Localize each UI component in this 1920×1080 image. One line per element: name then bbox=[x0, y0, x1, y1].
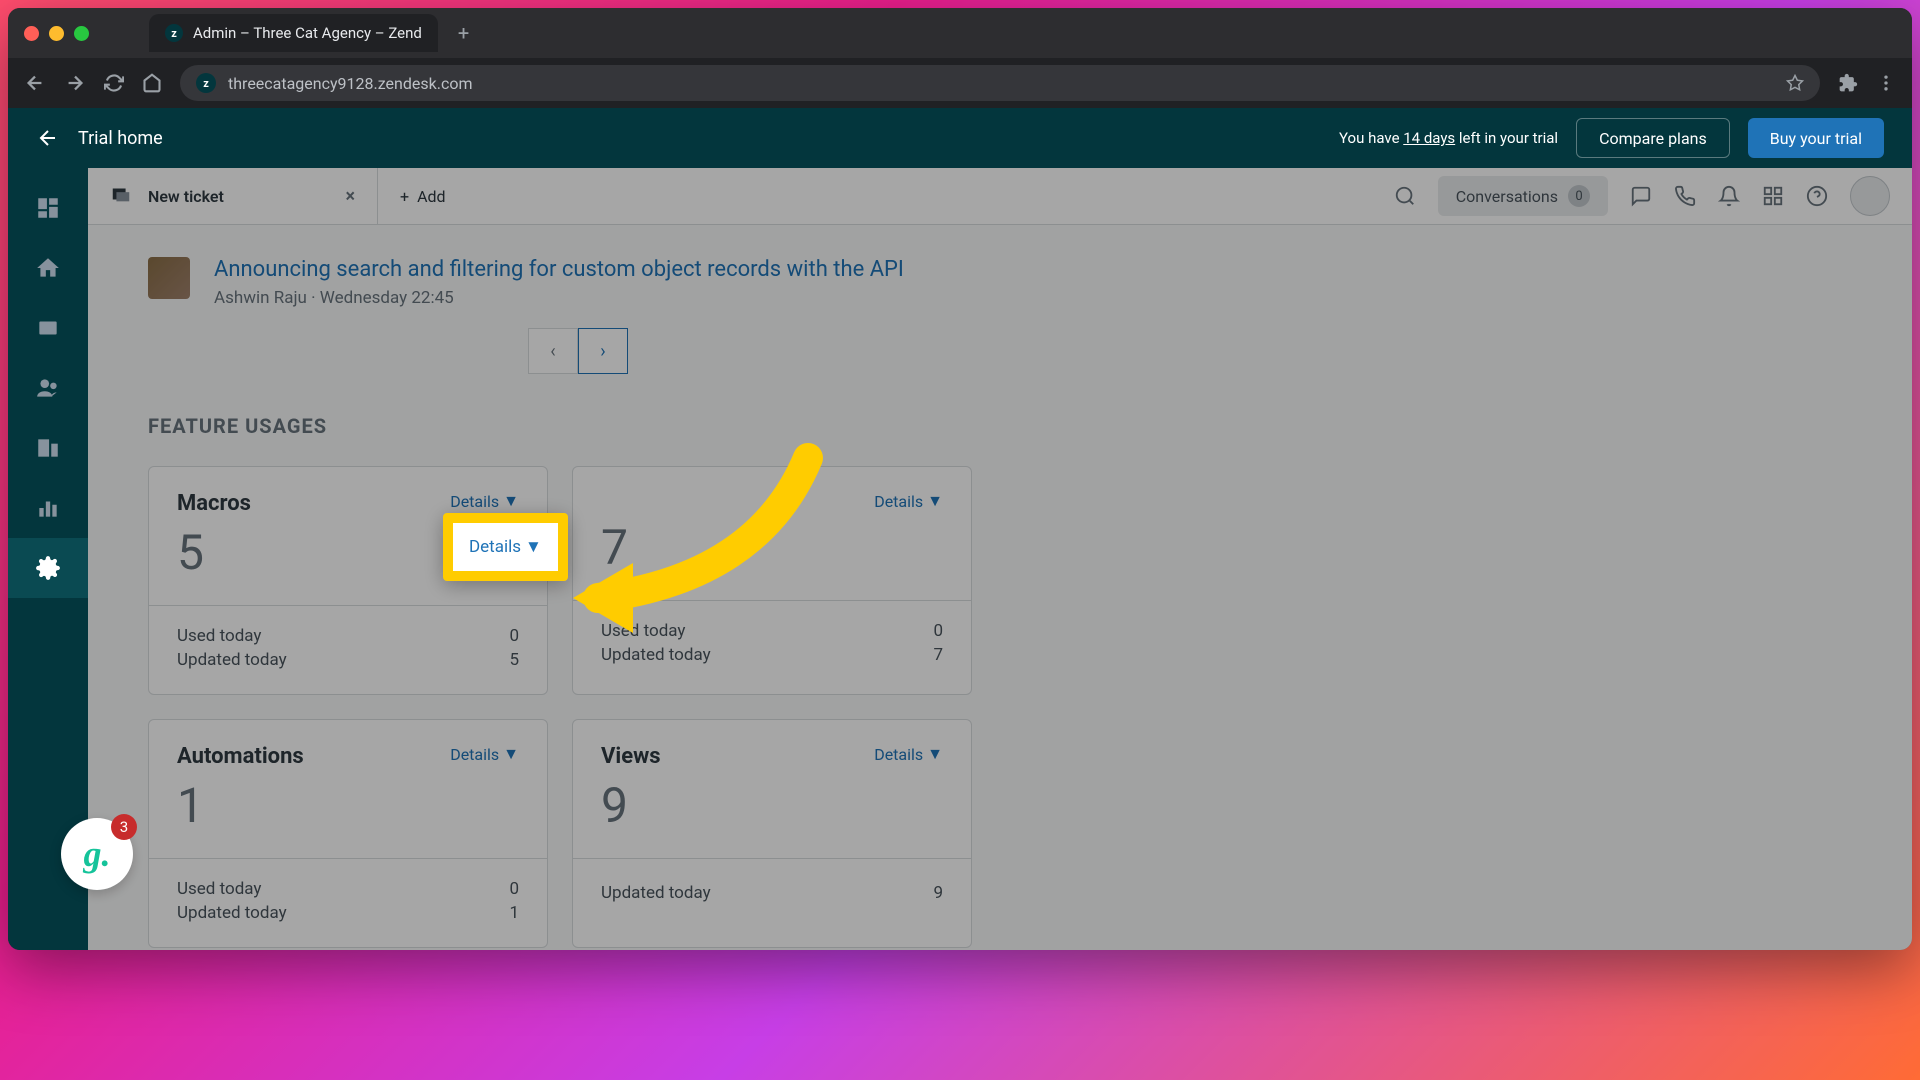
title-bar: z Admin – Three Cat Agency – Zend + bbox=[8, 8, 1912, 58]
browser-tab[interactable]: z Admin – Three Cat Agency – Zend bbox=[149, 14, 438, 52]
trial-home-link[interactable]: Trial home bbox=[78, 128, 163, 149]
stat-row: Used today0 bbox=[177, 879, 519, 899]
conversations-label: Conversations bbox=[1456, 187, 1558, 206]
stat-row: Used today0 bbox=[601, 621, 943, 641]
highlighted-details-link[interactable]: Details ▼ bbox=[469, 537, 542, 557]
conversations-button[interactable]: Conversations 0 bbox=[1438, 176, 1608, 216]
card-count: 1 bbox=[177, 777, 519, 834]
phone-icon[interactable] bbox=[1674, 185, 1696, 207]
plus-icon: + bbox=[400, 187, 409, 206]
sidebar-item-customers[interactable] bbox=[8, 358, 88, 418]
sidebar-item-reporting[interactable] bbox=[8, 478, 88, 538]
card-title: Automations bbox=[177, 744, 304, 769]
help-icon[interactable] bbox=[1806, 185, 1828, 207]
user-avatar[interactable] bbox=[1850, 176, 1890, 216]
grammarly-logo-icon: g. bbox=[84, 833, 111, 875]
content-area: Announcing search and filtering for cust… bbox=[88, 225, 1912, 950]
top-actions: Conversations 0 bbox=[1394, 176, 1912, 216]
traffic-lights bbox=[24, 26, 89, 41]
chevron-down-icon: ▼ bbox=[525, 537, 542, 557]
url-field[interactable]: z threecatagency9128.zendesk.com bbox=[180, 65, 1820, 101]
grammarly-widget[interactable]: g. 3 bbox=[61, 818, 133, 890]
card-title: Macros bbox=[177, 491, 251, 516]
chevron-down-icon: ▼ bbox=[503, 491, 519, 511]
chevron-down-icon: ▼ bbox=[503, 744, 519, 764]
card-count: 7 bbox=[601, 519, 943, 576]
maximize-window-icon[interactable] bbox=[74, 26, 89, 41]
pager-next-button[interactable]: › bbox=[578, 328, 628, 374]
sidebar-item-organizations[interactable] bbox=[8, 418, 88, 478]
chevron-down-icon: ▼ bbox=[927, 491, 943, 511]
forward-icon[interactable] bbox=[64, 72, 86, 94]
new-tab-button[interactable]: + bbox=[458, 21, 469, 45]
notifications-icon[interactable] bbox=[1718, 185, 1740, 207]
card-count: 9 bbox=[601, 777, 943, 834]
sidebar-item-dashboard[interactable] bbox=[8, 178, 88, 238]
pager: ‹ › bbox=[528, 328, 1852, 374]
browser-window: z Admin – Three Cat Agency – Zend + z th… bbox=[8, 8, 1912, 950]
stat-row: Updated today7 bbox=[601, 645, 943, 665]
trial-message: You have 14 days left in your trial bbox=[1339, 129, 1558, 147]
site-favicon: z bbox=[196, 73, 216, 93]
sidebar-item-admin[interactable] bbox=[8, 538, 88, 598]
details-link[interactable]: Details ▼ bbox=[874, 744, 943, 764]
reload-icon[interactable] bbox=[104, 73, 124, 93]
trial-bar: Trial home You have 14 days left in your… bbox=[8, 108, 1912, 168]
zendesk-favicon: z bbox=[165, 24, 183, 42]
announcement: Announcing search and filtering for cust… bbox=[148, 257, 1852, 308]
card-title: Views bbox=[601, 744, 661, 769]
chevron-down-icon: ▼ bbox=[927, 744, 943, 764]
tabs-bar: New ticket × + Add Conversations 0 bbox=[88, 168, 1912, 225]
search-icon[interactable] bbox=[1394, 185, 1416, 207]
details-link[interactable]: Details ▼ bbox=[450, 491, 519, 511]
buy-trial-button[interactable]: Buy your trial bbox=[1748, 118, 1884, 158]
apps-icon[interactable] bbox=[1762, 185, 1784, 207]
details-link[interactable]: Details ▼ bbox=[874, 491, 943, 511]
tab-new-ticket[interactable]: New ticket × bbox=[88, 168, 378, 224]
home-icon[interactable] bbox=[142, 73, 162, 93]
add-label: Add bbox=[417, 187, 445, 206]
section-title: FEATURE USAGES bbox=[148, 414, 1852, 438]
grammarly-badge-count: 3 bbox=[111, 814, 137, 840]
back-arrow-icon[interactable] bbox=[36, 126, 60, 150]
menu-icon[interactable] bbox=[1876, 73, 1896, 93]
announcement-title[interactable]: Announcing search and filtering for cust… bbox=[214, 257, 904, 282]
star-icon[interactable] bbox=[1786, 74, 1804, 92]
pager-prev-button[interactable]: ‹ bbox=[528, 328, 578, 374]
main-content: New ticket × + Add Conversations 0 bbox=[88, 168, 1912, 950]
minimize-window-icon[interactable] bbox=[49, 26, 64, 41]
sidebar-item-tickets[interactable] bbox=[8, 298, 88, 358]
stat-row: Updated today5 bbox=[177, 650, 519, 670]
stat-row: Updated today9 bbox=[601, 883, 943, 903]
card-second: Details ▼ 7 Used today0 Updated today7 bbox=[572, 466, 972, 695]
tab-title: Admin – Three Cat Agency – Zend bbox=[193, 24, 422, 42]
compare-plans-button[interactable]: Compare plans bbox=[1576, 118, 1730, 158]
add-tab-button[interactable]: + Add bbox=[378, 187, 468, 206]
announcement-meta: Ashwin Raju · Wednesday 22:45 bbox=[214, 288, 904, 308]
ticket-icon bbox=[110, 183, 132, 209]
card-views: Views Details ▼ 9 Updated today9 bbox=[572, 719, 972, 948]
feature-cards: Macros Details ▼ 5 Used today0 Updated t… bbox=[148, 466, 1852, 948]
back-icon[interactable] bbox=[24, 72, 46, 94]
conversations-count: 0 bbox=[1568, 185, 1590, 207]
browser-actions bbox=[1838, 73, 1896, 93]
chat-icon[interactable] bbox=[1630, 185, 1652, 207]
stat-row: Updated today1 bbox=[177, 903, 519, 923]
details-link[interactable]: Details ▼ bbox=[450, 744, 519, 764]
card-automations: Automations Details ▼ 1 Used today0 Upda… bbox=[148, 719, 548, 948]
tab-label: New ticket bbox=[148, 187, 224, 206]
close-window-icon[interactable] bbox=[24, 26, 39, 41]
sidebar-item-home[interactable] bbox=[8, 238, 88, 298]
extensions-icon[interactable] bbox=[1838, 73, 1858, 93]
url-text: threecatagency9128.zendesk.com bbox=[228, 74, 473, 93]
author-avatar bbox=[148, 257, 190, 299]
close-tab-icon[interactable]: × bbox=[345, 186, 355, 207]
stat-row: Used today0 bbox=[177, 626, 519, 646]
app-body: New ticket × + Add Conversations 0 bbox=[8, 168, 1912, 950]
highlight-callout: Details ▼ bbox=[443, 513, 568, 581]
url-bar: z threecatagency9128.zendesk.com bbox=[8, 58, 1912, 108]
